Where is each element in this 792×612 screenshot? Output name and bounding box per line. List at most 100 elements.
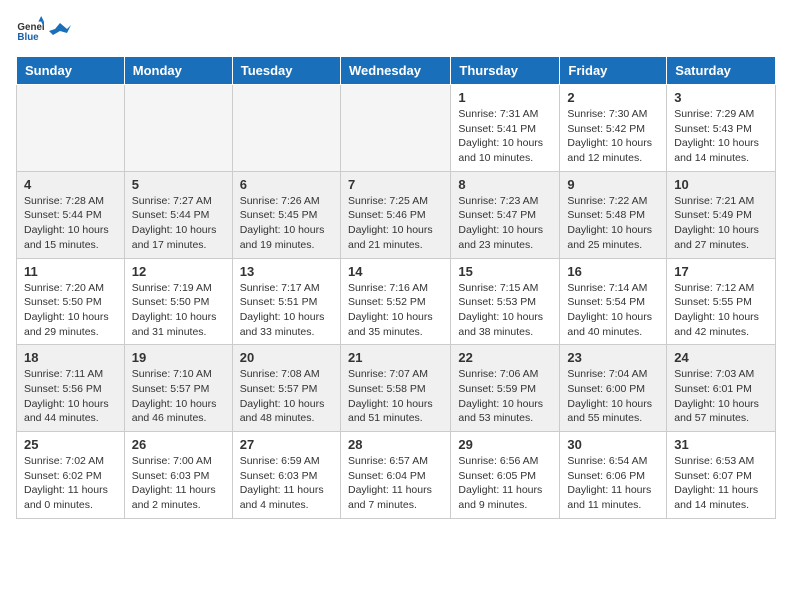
day-number: 19: [132, 350, 225, 365]
day-info: Sunrise: 7:17 AM Sunset: 5:51 PM Dayligh…: [240, 281, 333, 340]
calendar-table: SundayMondayTuesdayWednesdayThursdayFrid…: [16, 56, 776, 519]
day-number: 5: [132, 177, 225, 192]
calendar-cell: 26 Sunrise: 7:00 AM Sunset: 6:03 PM Dayli…: [124, 432, 232, 519]
day-number: 30: [567, 437, 659, 452]
day-info: Sunrise: 7:04 AM Sunset: 6:00 PM Dayligh…: [567, 367, 659, 426]
calendar-cell: 14 Sunrise: 7:16 AM Sunset: 5:52 PM Dayli…: [340, 258, 450, 345]
day-number: 31: [674, 437, 768, 452]
day-info: Sunrise: 7:30 AM Sunset: 5:42 PM Dayligh…: [567, 107, 659, 166]
logo-bird-icon: [49, 21, 71, 43]
day-number: 7: [348, 177, 443, 192]
calendar-cell: 20 Sunrise: 7:08 AM Sunset: 5:57 PM Dayli…: [232, 345, 340, 432]
day-info: Sunrise: 6:54 AM Sunset: 6:06 PM Dayligh…: [567, 454, 659, 513]
calendar-cell: 5Sunrise: 7:27 AM Sunset: 5:44 PM Daylig…: [124, 171, 232, 258]
calendar-cell: 2 Sunrise: 7:30 AM Sunset: 5:42 PM Daylig…: [560, 85, 667, 172]
calendar-cell: 4 Sunrise: 7:28 AM Sunset: 5:44 PM Daylig…: [17, 171, 125, 258]
calendar-week-row: 18 Sunrise: 7:11 AM Sunset: 5:56 PM Dayli…: [17, 345, 776, 432]
day-info: Sunrise: 7:06 AM Sunset: 5:59 PM Dayligh…: [458, 367, 552, 426]
calendar-cell: 21 Sunrise: 7:07 AM Sunset: 5:58 PM Dayli…: [340, 345, 450, 432]
calendar-cell: 16Sunrise: 7:14 AM Sunset: 5:54 PM Dayli…: [560, 258, 667, 345]
day-number: 28: [348, 437, 443, 452]
day-info: Sunrise: 7:00 AM Sunset: 6:03 PM Dayligh…: [132, 454, 225, 513]
day-number: 6: [240, 177, 333, 192]
calendar-cell: 1 Sunrise: 7:31 AM Sunset: 5:41 PM Daylig…: [451, 85, 560, 172]
weekday-header-row: SundayMondayTuesdayWednesdayThursdayFrid…: [17, 57, 776, 85]
day-number: 24: [674, 350, 768, 365]
day-number: 23: [567, 350, 659, 365]
day-number: 20: [240, 350, 333, 365]
weekday-header-tuesday: Tuesday: [232, 57, 340, 85]
day-number: 21: [348, 350, 443, 365]
calendar-week-row: 11 Sunrise: 7:20 AM Sunset: 5:50 PM Dayli…: [17, 258, 776, 345]
weekday-header-wednesday: Wednesday: [340, 57, 450, 85]
day-number: 27: [240, 437, 333, 452]
calendar-cell: 6Sunrise: 7:26 AM Sunset: 5:45 PM Daylig…: [232, 171, 340, 258]
day-info: Sunrise: 7:28 AM Sunset: 5:44 PM Dayligh…: [24, 194, 117, 253]
calendar-cell: 24 Sunrise: 7:03 AM Sunset: 6:01 PM Dayli…: [667, 345, 776, 432]
calendar-cell: [124, 85, 232, 172]
svg-text:Blue: Blue: [17, 32, 39, 43]
day-number: 18: [24, 350, 117, 365]
calendar-week-row: 1 Sunrise: 7:31 AM Sunset: 5:41 PM Daylig…: [17, 85, 776, 172]
calendar-cell: 11 Sunrise: 7:20 AM Sunset: 5:50 PM Dayli…: [17, 258, 125, 345]
day-info: Sunrise: 7:12 AM Sunset: 5:55 PM Dayligh…: [674, 281, 768, 340]
calendar-cell: 9 Sunrise: 7:22 AM Sunset: 5:48 PM Daylig…: [560, 171, 667, 258]
day-number: 1: [458, 90, 552, 105]
calendar-cell: 27Sunrise: 6:59 AM Sunset: 6:03 PM Dayli…: [232, 432, 340, 519]
day-info: Sunrise: 7:02 AM Sunset: 6:02 PM Dayligh…: [24, 454, 117, 513]
day-number: 11: [24, 264, 117, 279]
calendar-cell: 15Sunrise: 7:15 AM Sunset: 5:53 PM Dayli…: [451, 258, 560, 345]
calendar-cell: 25 Sunrise: 7:02 AM Sunset: 6:02 PM Dayli…: [17, 432, 125, 519]
calendar-week-row: 25 Sunrise: 7:02 AM Sunset: 6:02 PM Dayli…: [17, 432, 776, 519]
day-number: 29: [458, 437, 552, 452]
calendar-cell: 18 Sunrise: 7:11 AM Sunset: 5:56 PM Dayli…: [17, 345, 125, 432]
day-number: 4: [24, 177, 117, 192]
calendar-cell: 31Sunrise: 6:53 AM Sunset: 6:07 PM Dayli…: [667, 432, 776, 519]
day-info: Sunrise: 7:22 AM Sunset: 5:48 PM Dayligh…: [567, 194, 659, 253]
calendar-header: SundayMondayTuesdayWednesdayThursdayFrid…: [17, 57, 776, 85]
calendar-cell: [340, 85, 450, 172]
calendar-cell: 29 Sunrise: 6:56 AM Sunset: 6:05 PM Dayli…: [451, 432, 560, 519]
day-number: 14: [348, 264, 443, 279]
day-number: 25: [24, 437, 117, 452]
weekday-header-saturday: Saturday: [667, 57, 776, 85]
calendar-cell: 17 Sunrise: 7:12 AM Sunset: 5:55 PM Dayli…: [667, 258, 776, 345]
calendar-body: 1 Sunrise: 7:31 AM Sunset: 5:41 PM Daylig…: [17, 85, 776, 519]
calendar-cell: [17, 85, 125, 172]
day-number: 26: [132, 437, 225, 452]
calendar-cell: 22Sunrise: 7:06 AM Sunset: 5:59 PM Dayli…: [451, 345, 560, 432]
day-number: 17: [674, 264, 768, 279]
calendar-cell: 30 Sunrise: 6:54 AM Sunset: 6:06 PM Dayli…: [560, 432, 667, 519]
page-header: General Blue: [16, 16, 776, 44]
logo-icon: General Blue: [16, 16, 44, 44]
day-info: Sunrise: 7:20 AM Sunset: 5:50 PM Dayligh…: [24, 281, 117, 340]
day-number: 3: [674, 90, 768, 105]
day-info: Sunrise: 7:03 AM Sunset: 6:01 PM Dayligh…: [674, 367, 768, 426]
weekday-header-sunday: Sunday: [17, 57, 125, 85]
calendar-cell: 13Sunrise: 7:17 AM Sunset: 5:51 PM Dayli…: [232, 258, 340, 345]
calendar-cell: 10 Sunrise: 7:21 AM Sunset: 5:49 PM Dayli…: [667, 171, 776, 258]
day-info: Sunrise: 7:19 AM Sunset: 5:50 PM Dayligh…: [132, 281, 225, 340]
day-info: Sunrise: 7:29 AM Sunset: 5:43 PM Dayligh…: [674, 107, 768, 166]
calendar-cell: 19 Sunrise: 7:10 AM Sunset: 5:57 PM Dayli…: [124, 345, 232, 432]
calendar-week-row: 4 Sunrise: 7:28 AM Sunset: 5:44 PM Daylig…: [17, 171, 776, 258]
weekday-header-monday: Monday: [124, 57, 232, 85]
logo: General Blue: [16, 16, 72, 44]
day-info: Sunrise: 6:56 AM Sunset: 6:05 PM Dayligh…: [458, 454, 552, 513]
day-info: Sunrise: 7:08 AM Sunset: 5:57 PM Dayligh…: [240, 367, 333, 426]
day-info: Sunrise: 7:21 AM Sunset: 5:49 PM Dayligh…: [674, 194, 768, 253]
day-number: 8: [458, 177, 552, 192]
day-info: Sunrise: 7:10 AM Sunset: 5:57 PM Dayligh…: [132, 367, 225, 426]
day-number: 12: [132, 264, 225, 279]
day-info: Sunrise: 7:11 AM Sunset: 5:56 PM Dayligh…: [24, 367, 117, 426]
calendar-cell: [232, 85, 340, 172]
day-info: Sunrise: 7:07 AM Sunset: 5:58 PM Dayligh…: [348, 367, 443, 426]
day-number: 9: [567, 177, 659, 192]
day-number: 2: [567, 90, 659, 105]
weekday-header-friday: Friday: [560, 57, 667, 85]
day-number: 10: [674, 177, 768, 192]
day-number: 16: [567, 264, 659, 279]
day-info: Sunrise: 7:16 AM Sunset: 5:52 PM Dayligh…: [348, 281, 443, 340]
day-info: Sunrise: 7:31 AM Sunset: 5:41 PM Dayligh…: [458, 107, 552, 166]
calendar-cell: 12 Sunrise: 7:19 AM Sunset: 5:50 PM Dayli…: [124, 258, 232, 345]
